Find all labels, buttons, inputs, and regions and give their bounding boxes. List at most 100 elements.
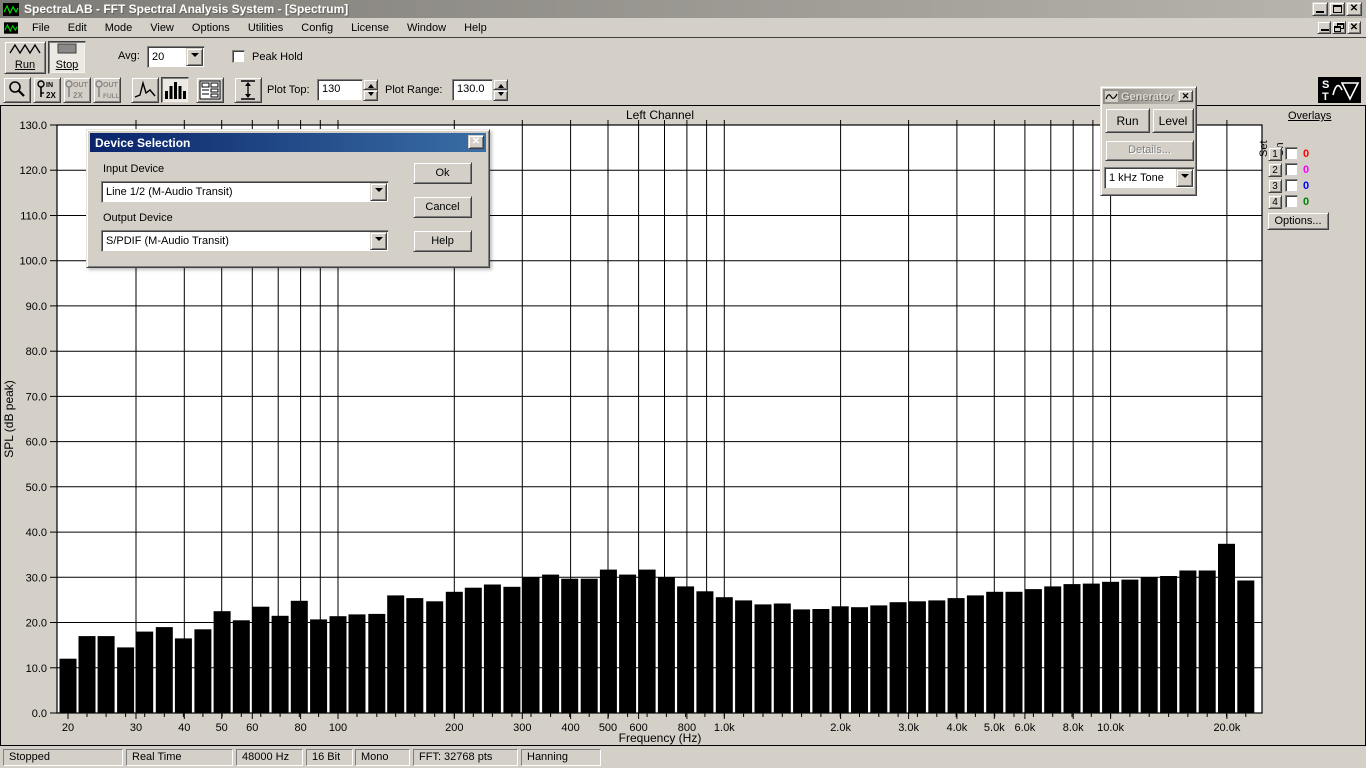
menu-item-utilities[interactable]: Utilities: [241, 20, 290, 36]
status-segment: Stopped: [3, 749, 123, 766]
svg-text:3.0k: 3.0k: [898, 722, 919, 734]
dialog-close-button[interactable]: ✕: [468, 135, 484, 149]
spectrum-bar: [78, 636, 96, 713]
close-icon: ✕: [1181, 91, 1190, 101]
output-device-value: S/PDIF (M-Audio Transit): [106, 235, 229, 247]
bar-spectrum-button[interactable]: [161, 77, 189, 103]
avg-combobox[interactable]: 20: [147, 46, 205, 68]
menu-item-edit[interactable]: Edit: [61, 20, 94, 36]
output-device-combobox[interactable]: S/PDIF (M-Audio Transit): [101, 230, 389, 252]
output-device-label: Output Device: [103, 212, 173, 224]
plot-range-label: Plot Range:: [385, 84, 443, 96]
zoom-out-2x-button[interactable]: OUT 2X: [63, 77, 91, 103]
ok-button[interactable]: Ok: [413, 162, 472, 184]
svg-text:500: 500: [599, 722, 617, 734]
run-icon: [9, 43, 41, 55]
maximize-button[interactable]: [1329, 2, 1345, 16]
plot-range-spinner[interactable]: [493, 79, 508, 101]
generator-signal-combobox[interactable]: 1 kHz Tone: [1104, 167, 1195, 189]
minimize-button[interactable]: [1312, 2, 1328, 16]
spectrum-bar: [966, 595, 984, 713]
svg-text:120.0: 120.0: [19, 165, 47, 177]
chevron-down-icon: [190, 53, 199, 61]
spectralab-logo: S T: [1318, 77, 1361, 103]
spectrum-bar: [793, 609, 811, 713]
spectrum-bar: [387, 595, 405, 713]
menu-item-options[interactable]: Options: [185, 20, 237, 36]
generator-close-button[interactable]: ✕: [1178, 90, 1193, 102]
dialog-title-bar[interactable]: Device Selection ✕: [90, 133, 486, 152]
display-options-button[interactable]: [196, 77, 224, 103]
plot-range-input[interactable]: 130.0: [452, 79, 493, 101]
avg-dropdown-button[interactable]: [186, 48, 203, 66]
overlay-on-checkbox-4[interactable]: [1285, 195, 1298, 208]
overlay-count-4: 0: [1303, 196, 1310, 208]
overlay-on-checkbox-3[interactable]: [1285, 179, 1298, 192]
zoom-out-2x-icon: OUT 2X: [65, 80, 89, 100]
svg-text:40: 40: [178, 722, 190, 734]
input-device-dropdown-button[interactable]: [370, 183, 387, 201]
main-toolbar: Run Stop Avg: 20 Peak Hold: [0, 38, 1366, 75]
child-restore-button[interactable]: [1332, 21, 1346, 34]
generator-level-button[interactable]: Level: [1152, 108, 1194, 133]
child-close-button[interactable]: ✕: [1347, 21, 1361, 34]
menu-item-mode[interactable]: Mode: [98, 20, 140, 36]
input-device-combobox[interactable]: Line 1/2 (M-Audio Transit): [101, 181, 389, 203]
spinner-up-button[interactable]: [363, 79, 378, 90]
generator-run-button[interactable]: Run: [1105, 108, 1150, 133]
stop-label: Stop: [55, 59, 79, 71]
zoom-out-full-button[interactable]: OUT FULL: [93, 77, 121, 103]
overlay-on-checkbox-1[interactable]: [1285, 147, 1298, 160]
spectrum-bar: [464, 587, 482, 713]
vertical-scale-button[interactable]: [234, 77, 262, 103]
line-spectrum-button[interactable]: [131, 77, 159, 103]
close-icon: ✕: [471, 136, 481, 147]
spinner-up-button[interactable]: [493, 79, 508, 90]
stop-button[interactable]: Stop: [48, 41, 86, 74]
overlays-options-button[interactable]: Options...: [1267, 212, 1329, 230]
overlay-on-checkbox-2[interactable]: [1285, 163, 1298, 176]
generator-panel: Generator ✕ Run Level Details... 1 kHz T…: [1100, 86, 1197, 196]
run-button[interactable]: Run: [4, 41, 46, 74]
menu-item-help[interactable]: Help: [457, 20, 494, 36]
overlay-set-button-4[interactable]: 4: [1268, 195, 1282, 209]
zoom-tool-button[interactable]: [3, 77, 31, 103]
spinner-down-button[interactable]: [363, 90, 378, 101]
help-button[interactable]: Help: [413, 230, 472, 252]
spectrum-bar: [542, 574, 560, 713]
close-icon: ✕: [1349, 3, 1359, 14]
spectrum-bar: [696, 591, 714, 713]
stop-icon: [57, 43, 77, 54]
restore-icon: [1334, 23, 1344, 32]
menu-item-view[interactable]: View: [143, 20, 181, 36]
menu-item-window[interactable]: Window: [400, 20, 453, 36]
spectrum-bar: [290, 600, 308, 713]
menu-item-license[interactable]: License: [344, 20, 396, 36]
overlay-set-button-2[interactable]: 2: [1268, 163, 1282, 177]
output-device-dropdown-button[interactable]: [370, 232, 387, 250]
svg-text:70.0: 70.0: [26, 391, 47, 403]
overlay-set-button-1[interactable]: 1: [1268, 147, 1282, 161]
overlays-options-label: Options...: [1274, 215, 1322, 227]
svg-text:10.0k: 10.0k: [1097, 722, 1124, 734]
status-bar: Stopped Real Time 48000 Hz 16 Bit Mono FFT: 3…: [0, 746, 1366, 768]
generator-signal-dropdown-button[interactable]: [1176, 169, 1193, 187]
svg-text:S: S: [1322, 79, 1329, 91]
overlay-set-button-3[interactable]: 3: [1268, 179, 1282, 193]
close-button[interactable]: ✕: [1346, 2, 1362, 16]
generator-title-bar[interactable]: Generator ✕: [1103, 89, 1194, 104]
svg-text:5.0k: 5.0k: [984, 722, 1005, 734]
peak-hold-checkbox[interactable]: [232, 50, 245, 63]
plot-top-input[interactable]: 130: [317, 79, 363, 101]
menu-item-config[interactable]: Config: [294, 20, 340, 36]
zoom-in-2x-button[interactable]: IN 2X: [33, 77, 61, 103]
spinner-down-button[interactable]: [493, 90, 508, 101]
spectrum-bar: [348, 614, 366, 713]
spectrum-bar: [580, 578, 598, 713]
avg-value: 20: [152, 51, 165, 63]
help-label: Help: [431, 235, 454, 247]
child-minimize-button[interactable]: [1317, 21, 1331, 34]
plot-top-spinner[interactable]: [363, 79, 378, 101]
menu-item-file[interactable]: File: [25, 20, 57, 36]
cancel-button[interactable]: Cancel: [413, 196, 472, 218]
